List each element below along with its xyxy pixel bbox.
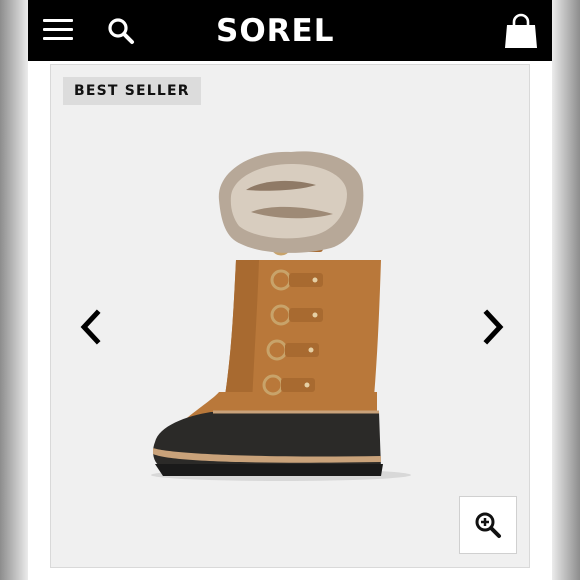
zoom-in-icon	[475, 512, 501, 538]
shopping-bag-icon[interactable]	[502, 12, 540, 50]
brand-logo[interactable]: SOREL	[216, 13, 334, 49]
page-footer-strip	[28, 568, 552, 580]
site-header: SOREL	[28, 0, 552, 61]
chevron-left-icon[interactable]	[75, 308, 109, 346]
hamburger-menu-icon[interactable]	[43, 19, 73, 41]
search-icon[interactable]	[106, 16, 136, 46]
chevron-right-icon[interactable]	[475, 308, 509, 346]
page-frame: SOREL BEST SELLER	[28, 0, 552, 580]
best-seller-badge: BEST SELLER	[63, 77, 201, 105]
product-image-gallery: BEST SELLER	[50, 64, 530, 568]
product-image	[151, 151, 411, 481]
zoom-button[interactable]	[459, 496, 517, 554]
